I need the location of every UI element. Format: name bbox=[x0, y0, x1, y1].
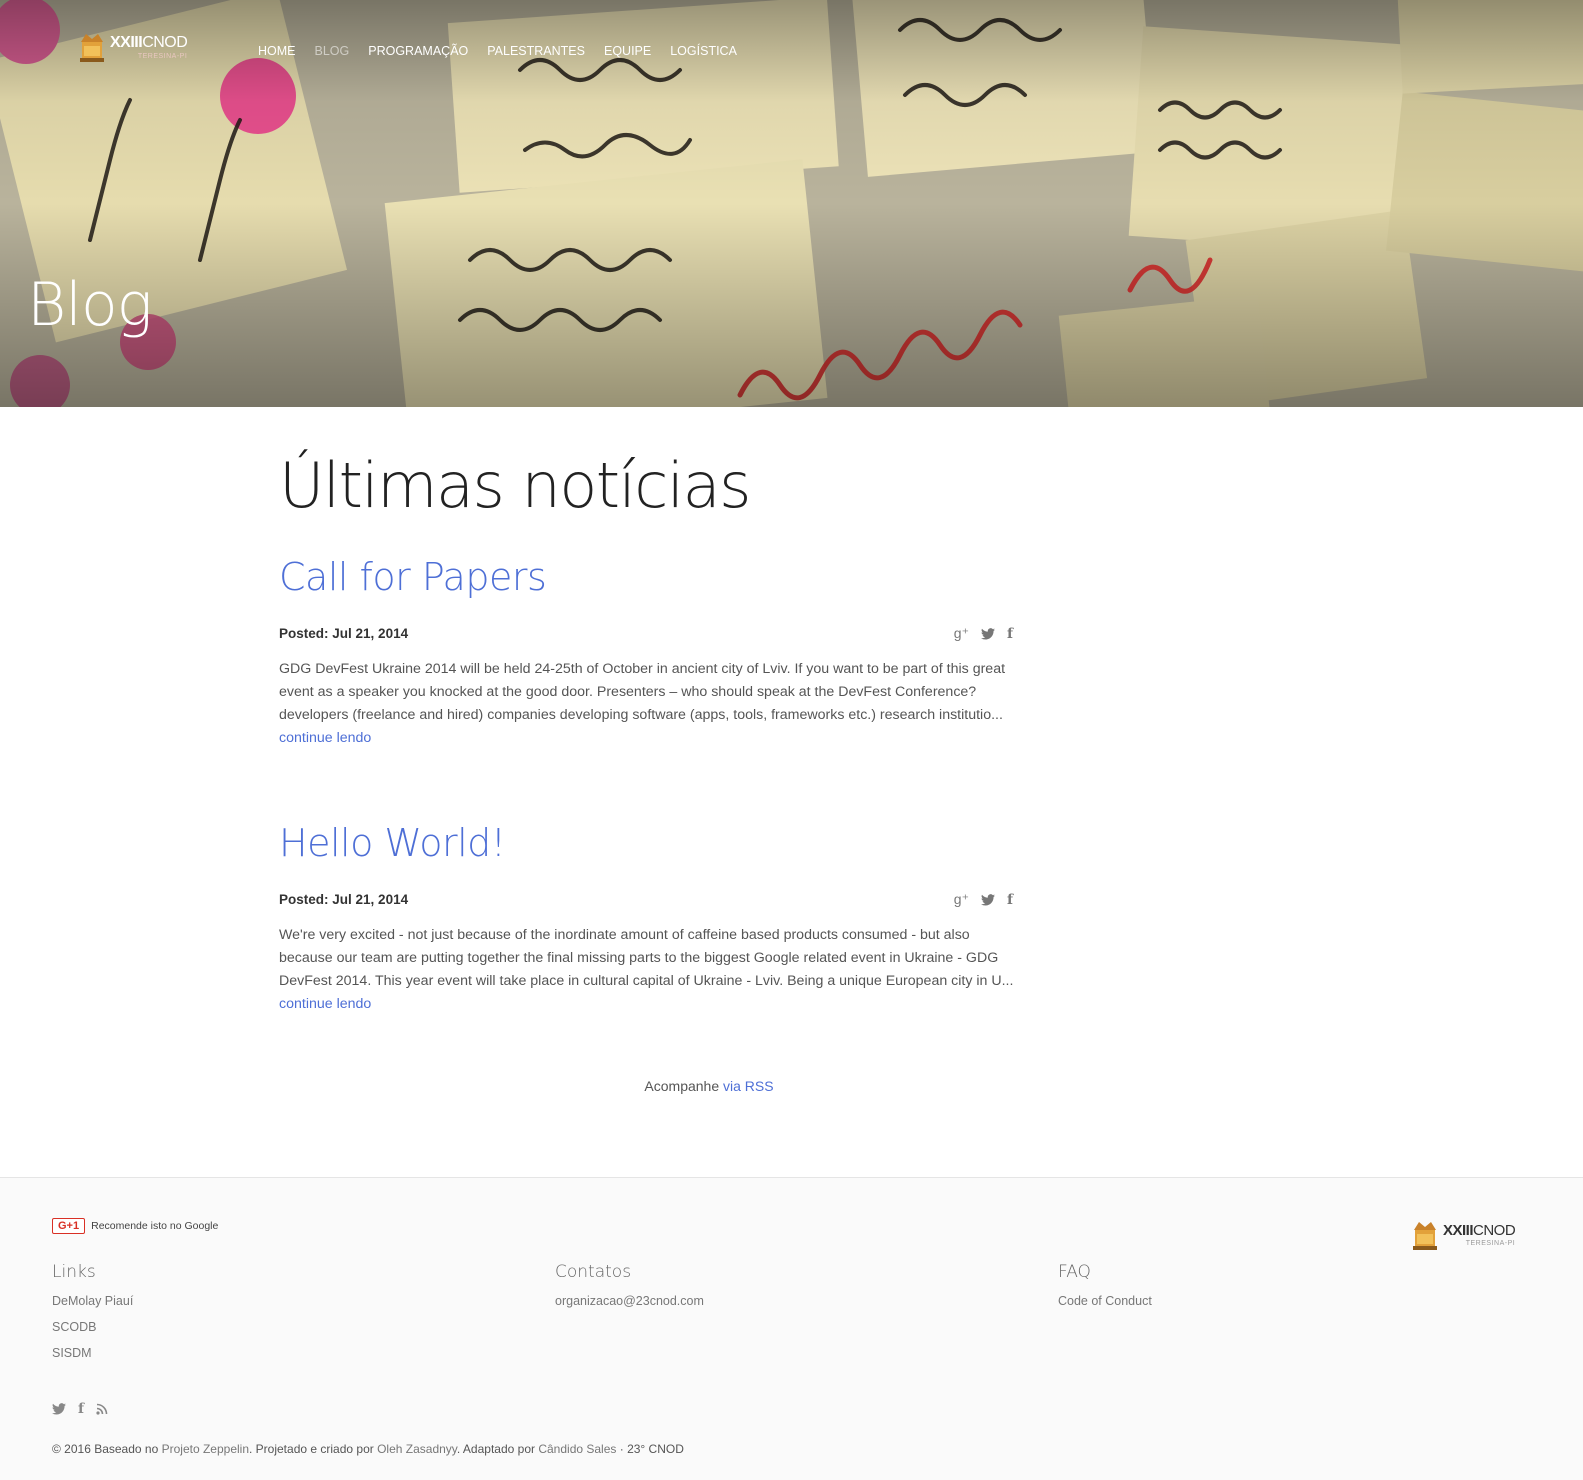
post-meta: Posted: Jul 21, 2014 g⁺ f bbox=[279, 891, 1027, 908]
link-candido-sales[interactable]: Cândido Sales bbox=[538, 1442, 616, 1456]
main-content: Últimas notícias Call for Papers Posted:… bbox=[279, 449, 1027, 1013]
post-excerpt-text: GDG DevFest Ukraine 2014 will be held 24… bbox=[279, 661, 1006, 723]
footer-link-scodb[interactable]: SCODB bbox=[52, 1320, 133, 1334]
copyright: © 2016 Baseado no Projeto Zeppelin. Proj… bbox=[52, 1442, 684, 1456]
facebook-icon[interactable]: f bbox=[1007, 892, 1013, 908]
twitter-icon[interactable] bbox=[52, 1403, 66, 1415]
footer-link-sisdm[interactable]: SISDM bbox=[52, 1346, 133, 1360]
footer-social-links: f bbox=[52, 1401, 108, 1417]
twitter-icon[interactable] bbox=[980, 893, 995, 906]
nav-blog[interactable]: BLOG bbox=[315, 44, 350, 58]
brand-subtitle: TERESINA-PI bbox=[137, 52, 188, 60]
footer-link-demolay-piaui[interactable]: DeMolay Piauí bbox=[52, 1294, 133, 1308]
share-buttons: g⁺ f bbox=[954, 625, 1027, 642]
hero-overlay bbox=[0, 0, 1583, 407]
hero-banner: XXIIICNOD TERESINA-PI HOME BLOG PROGRAMA… bbox=[0, 0, 1583, 407]
footer-logo[interactable]: XXIIICNOD TERESINA-PI bbox=[1411, 1218, 1516, 1252]
facebook-icon[interactable]: f bbox=[1007, 626, 1013, 642]
twitter-icon[interactable] bbox=[980, 627, 995, 640]
post-excerpt: We're very excited - not just because of… bbox=[279, 924, 1027, 1016]
footer-column-links: Links DeMolay Piauí SCODB SISDM bbox=[52, 1262, 133, 1372]
crown-logo-icon bbox=[1413, 1222, 1437, 1250]
copyright-prefix: © 2016 Baseado no bbox=[52, 1442, 159, 1456]
footer-column-faq: FAQ Code of Conduct bbox=[1058, 1262, 1152, 1320]
page-title: Últimas notícias bbox=[279, 449, 751, 522]
hero-title: Blog bbox=[27, 270, 153, 340]
footer-column-contacts: Contatos organizacao@23cnod.com bbox=[555, 1262, 704, 1320]
post-date: Jul 21, 2014 bbox=[332, 892, 409, 907]
rss-link[interactable]: via RSS bbox=[723, 1078, 774, 1094]
site-footer: G+1 Recomende isto no Google XXIIICNOD T… bbox=[0, 1177, 1583, 1480]
copyright-mid1: . Projetado e criado por bbox=[249, 1442, 374, 1456]
post-meta: Posted: Jul 21, 2014 g⁺ f bbox=[279, 625, 1027, 642]
main-navigation: HOME BLOG PROGRAMAÇÃO PALESTRANTES EQUIP… bbox=[258, 44, 737, 58]
facebook-icon[interactable]: f bbox=[78, 1401, 84, 1417]
post-excerpt: GDG DevFest Ukraine 2014 will be held 24… bbox=[279, 658, 1027, 750]
brand-name-bold: XXIII bbox=[110, 33, 143, 51]
footer-link-code-of-conduct[interactable]: Code of Conduct bbox=[1058, 1294, 1152, 1308]
google-plus-one-icon[interactable]: G+1 bbox=[52, 1218, 86, 1234]
footer-column-title: Contatos bbox=[555, 1262, 632, 1282]
crown-logo-icon bbox=[80, 34, 104, 62]
share-buttons: g⁺ f bbox=[954, 891, 1027, 908]
rss-prefix: Acompanhe bbox=[644, 1078, 720, 1094]
posted-label: Posted: bbox=[279, 626, 329, 641]
brand-name-rest: CNOD bbox=[142, 33, 188, 51]
nav-equipe[interactable]: EQUIPE bbox=[604, 44, 651, 58]
google-plus-icon[interactable]: g⁺ bbox=[954, 891, 969, 908]
brand-subtitle: TERESINA-PI bbox=[1465, 1240, 1516, 1247]
footer-column-title: FAQ bbox=[1058, 1262, 1091, 1282]
nav-logistica[interactable]: LOGÍSTICA bbox=[670, 44, 737, 58]
post-date: Jul 21, 2014 bbox=[332, 626, 409, 641]
copyright-suffix: · 23° CNOD bbox=[619, 1442, 684, 1456]
rss-subscribe: Acompanhe via RSS bbox=[0, 1078, 1418, 1094]
post-title-link[interactable]: Hello World! bbox=[279, 821, 1027, 865]
brand-name-rest: CNOD bbox=[1473, 1222, 1516, 1239]
posted-label: Posted: bbox=[279, 892, 329, 907]
google-plus-recommend-text: Recomende isto no Google bbox=[91, 1220, 219, 1232]
nav-home[interactable]: HOME bbox=[258, 44, 296, 58]
link-oleh-zasadnyy[interactable]: Oleh Zasadnyy bbox=[377, 1442, 457, 1456]
copyright-mid2: . Adaptado por bbox=[456, 1442, 535, 1456]
blog-post: Hello World! bbox=[279, 821, 1027, 865]
footer-column-title: Links bbox=[52, 1262, 96, 1282]
nav-programacao[interactable]: PROGRAMAÇÃO bbox=[368, 44, 468, 58]
continue-reading-link[interactable]: continue lendo bbox=[279, 996, 371, 1012]
blog-post: Call for Papers bbox=[279, 555, 1027, 599]
post-title-link[interactable]: Call for Papers bbox=[279, 555, 1027, 599]
link-projeto-zeppelin[interactable]: Projeto Zeppelin bbox=[162, 1442, 249, 1456]
nav-palestrantes[interactable]: PALESTRANTES bbox=[487, 44, 585, 58]
footer-link-email[interactable]: organizacao@23cnod.com bbox=[555, 1294, 704, 1308]
rss-icon[interactable] bbox=[96, 1403, 108, 1415]
continue-reading-link[interactable]: continue lendo bbox=[279, 730, 371, 746]
google-plus-recommend[interactable]: G+1 Recomende isto no Google bbox=[52, 1218, 218, 1234]
google-plus-icon[interactable]: g⁺ bbox=[954, 625, 969, 642]
site-logo[interactable]: XXIIICNOD TERESINA-PI bbox=[78, 30, 188, 64]
post-excerpt-text: We're very excited - not just because of… bbox=[279, 927, 1014, 989]
brand-name-bold: XXIII bbox=[1443, 1222, 1474, 1239]
